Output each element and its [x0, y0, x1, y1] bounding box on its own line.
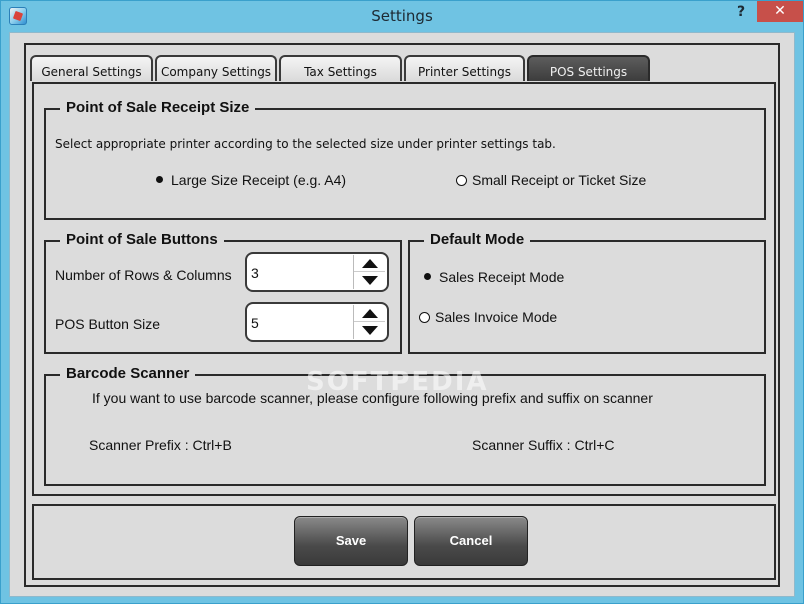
radio-sales-receipt-mode[interactable]: Sales Receipt Mode: [422, 269, 564, 285]
rows-columns-stepper[interactable]: 3: [245, 252, 389, 292]
settings-window: Settings ? ✕ General Settings Company Se…: [0, 0, 804, 604]
radio-unselected-icon: [456, 175, 467, 186]
radio-small-receipt[interactable]: Small Receipt or Ticket Size: [456, 172, 646, 188]
button-size-label: POS Button Size: [55, 316, 161, 332]
help-button[interactable]: ?: [727, 1, 755, 23]
radio-selected-icon: [424, 273, 431, 280]
dialog-body: General Settings Company Settings Tax Se…: [9, 32, 795, 597]
cancel-button[interactable]: Cancel: [414, 516, 528, 566]
radio-small-receipt-label: Small Receipt or Ticket Size: [472, 172, 647, 188]
radio-large-receipt-label: Large Size Receipt (e.g. A4): [171, 172, 347, 188]
tab-general-settings[interactable]: General Settings: [30, 55, 153, 81]
decrement-arrow-icon[interactable]: [362, 326, 378, 335]
radio-selected-icon: [156, 176, 163, 183]
receipt-size-hint: Select appropriate printer according to …: [55, 137, 556, 151]
scanner-suffix: Scanner Suffix : Ctrl+C: [472, 437, 615, 453]
default-mode-legend: Default Mode: [424, 231, 531, 248]
radio-unselected-icon: [419, 312, 430, 323]
default-mode-group: Default Mode Sales Receipt Mode Sales In…: [408, 231, 766, 354]
tab-strip: General Settings Company Settings Tax Se…: [30, 54, 770, 82]
radio-sales-receipt-label: Sales Receipt Mode: [439, 269, 565, 285]
increment-arrow-icon[interactable]: [362, 259, 378, 268]
receipt-size-legend: Point of Sale Receipt Size: [60, 99, 256, 116]
radio-sales-invoice-label: Sales Invoice Mode: [435, 309, 558, 325]
pos-buttons-group: Point of Sale Buttons Number of Rows & C…: [44, 231, 402, 354]
radio-sales-invoice-mode[interactable]: Sales Invoice Mode: [419, 309, 557, 325]
button-size-stepper[interactable]: 5: [245, 302, 389, 342]
receipt-size-group: Point of Sale Receipt Size Select approp…: [44, 99, 766, 220]
tab-tax-settings[interactable]: Tax Settings: [279, 55, 402, 81]
tab-printer-settings[interactable]: Printer Settings: [404, 55, 525, 81]
rows-columns-value[interactable]: 3: [251, 265, 259, 281]
rows-stepper-arrows: [353, 255, 385, 289]
window-title: Settings: [371, 7, 433, 25]
barcode-scanner-legend: Barcode Scanner: [60, 365, 196, 382]
pos-buttons-legend: Point of Sale Buttons: [60, 231, 224, 248]
footer-button-bar: Save Cancel: [32, 504, 776, 580]
scanner-prefix: Scanner Prefix : Ctrl+B: [89, 437, 232, 453]
radio-large-receipt[interactable]: Large Size Receipt (e.g. A4): [154, 172, 346, 188]
decrement-arrow-icon[interactable]: [362, 276, 378, 285]
increment-arrow-icon[interactable]: [362, 309, 378, 318]
save-button[interactable]: Save: [294, 516, 408, 566]
rows-columns-label: Number of Rows & Columns: [55, 267, 232, 283]
button-size-value[interactable]: 5: [251, 315, 259, 331]
title-bar: Settings ? ✕: [1, 1, 803, 31]
size-stepper-arrows: [353, 305, 385, 339]
softpedia-watermark: SOFTPEDIA: [306, 367, 489, 397]
tab-pos-settings[interactable]: POS Settings: [527, 55, 650, 81]
tab-company-settings[interactable]: Company Settings: [155, 55, 277, 81]
close-button[interactable]: ✕: [757, 1, 803, 22]
pos-settings-panel: Point of Sale Receipt Size Select approp…: [32, 82, 776, 496]
